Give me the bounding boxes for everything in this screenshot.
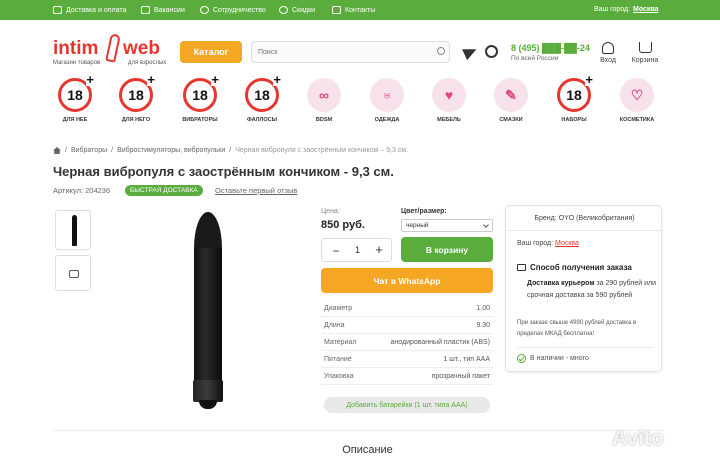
free-delivery-note: При заказе свыше 4990 рублей доставка в … (517, 320, 637, 337)
spec-row: Питание 1 шт., тип AAA (321, 351, 493, 368)
category-item[interactable]: 18ФАЛЛОСЫ (235, 74, 289, 123)
cart-button[interactable]: Корзина (625, 42, 665, 64)
category-item[interactable]: ♅ ОДЕЖДА (360, 78, 414, 123)
telegram-icon[interactable] (462, 43, 479, 61)
search-input[interactable] (251, 41, 450, 63)
breadcrumb-current: Черная вибропуля с заострённым кончиком … (235, 147, 409, 154)
avito-watermark: Avito (612, 427, 664, 450)
delivery-link[interactable]: Доставка и оплата (53, 6, 126, 14)
product-price: 850 руб. (321, 219, 365, 231)
breadcrumb-link[interactable]: Вибраторы (71, 147, 107, 154)
product-image[interactable] (189, 212, 227, 410)
truck-icon (517, 264, 526, 271)
brand-label: Бренд: OYO (Великобритания) (534, 215, 635, 222)
add-to-cart-button[interactable]: В корзину (401, 237, 493, 262)
city-selector[interactable]: Москва (633, 6, 659, 13)
photo-thumbnail[interactable] (55, 255, 91, 291)
quantity-stepper: − 1 + (321, 238, 392, 262)
handcuffs-icon: ∞ (307, 78, 341, 112)
bunny-ears-icon: ♅ (370, 78, 404, 112)
tube-icon: ✎ (494, 78, 528, 112)
mail-icon (332, 6, 341, 14)
specs-table: Диаметр 1.00 Длина 9.30 Материал анодирован… (321, 300, 493, 385)
chevron-down-icon (483, 222, 489, 228)
delivery-title: Способ получения заказа (517, 263, 632, 272)
category-item[interactable]: ♡ КОСМЕТИКА (610, 78, 664, 123)
check-icon (517, 354, 526, 363)
color-label: Цвет/размер: (401, 208, 447, 215)
category-bar: 18ДЛЯ НЕЕ 18ДЛЯ НЕГО 18ВИБРАТОРЫ 18ФАЛЛО… (53, 74, 664, 134)
product-thumbnail[interactable] (55, 210, 91, 250)
category-item[interactable]: 18ВИБРАТОРЫ (173, 74, 227, 123)
category-item[interactable]: ∞ BDSM (297, 78, 351, 123)
user-icon (602, 42, 614, 54)
contacts-link[interactable]: Контакты (332, 6, 375, 14)
color-select[interactable]: черный (401, 219, 493, 232)
increase-button[interactable]: + (373, 242, 385, 257)
percent-icon (279, 6, 288, 14)
camera-icon (69, 270, 79, 278)
category-item[interactable]: 18ДЛЯ НЕЕ (48, 74, 102, 123)
decrease-button[interactable]: − (330, 244, 342, 258)
phone-subtitle: По всей России (511, 55, 559, 62)
sidebar-city-link[interactable]: Москва (555, 240, 579, 247)
city-label: Ваш город: (594, 6, 631, 13)
spec-row: Материал анодированный пластик (ABS) (321, 334, 493, 351)
review-link[interactable]: Оставьте первый отзыв (215, 186, 297, 195)
sidebar-city: Ваш город: Москва (517, 240, 579, 247)
age-18-icon: 18 (557, 74, 593, 112)
whatsapp-icon[interactable] (485, 45, 498, 58)
cart-icon (638, 42, 652, 53)
logo-mark-icon (105, 33, 121, 63)
discounts-link[interactable]: Скидки (279, 6, 315, 14)
lipstick-icon: ♡ (620, 78, 654, 112)
category-item[interactable]: 18ДЛЯ НЕГО (109, 74, 163, 123)
quantity-value[interactable]: 1 (351, 245, 364, 255)
category-item[interactable]: 18НАБОРЫ (547, 74, 601, 123)
age-18-icon: 18 (119, 74, 155, 112)
vacancies-link[interactable]: Вакансии (141, 6, 185, 14)
delivery-panel: Бренд: OYO (Великобритания) Ваш город: М… (505, 205, 663, 372)
product-sku: Артикул: 204236 (53, 186, 111, 195)
price-label: Цена: (321, 208, 340, 215)
catalog-button[interactable]: Каталог (180, 41, 242, 63)
breadcrumb-link[interactable]: Вибростимуляторы, вибропульки (117, 147, 225, 154)
truck-icon (53, 6, 62, 14)
bed-icon: ♥ (432, 78, 466, 112)
age-18-icon: 18 (58, 74, 94, 112)
people-icon (141, 6, 150, 14)
delivery-text: Доставка курьером за 290 рублей или сроч… (527, 280, 656, 299)
cooperation-link[interactable]: Сотрудничество (200, 6, 266, 14)
globe-icon (200, 6, 209, 14)
spec-row: Диаметр 1.00 (321, 300, 493, 317)
home-icon[interactable] (53, 147, 61, 154)
product-thumbnail-image (72, 215, 77, 246)
search-icon[interactable] (437, 47, 445, 55)
category-item[interactable]: ♥ МЕБЕЛЬ (422, 78, 476, 123)
whatsapp-chat-button[interactable]: Чат в WhatsApp (321, 268, 493, 293)
fast-delivery-badge: БЫСТРАЯ ДОСТАВКА (125, 185, 203, 196)
age-18-icon: 18 (183, 74, 219, 112)
add-batteries-button[interactable]: Добавить батарейки (1 шт. типа AAA) (324, 397, 490, 413)
category-item[interactable]: ✎ СМАЗКИ (484, 78, 538, 123)
top-bar: Доставка и оплата Вакансии Сотрудничеств… (0, 0, 720, 20)
page-title: Черная вибропуля с заострённым кончиком … (53, 164, 394, 179)
site-logo[interactable]: intim web Магазин товаров для взрослых (53, 33, 173, 68)
login-button[interactable]: Вход (588, 42, 628, 64)
breadcrumb: / Вибраторы / Вибростимуляторы, вибропул… (53, 147, 408, 154)
spec-row: Длина 9.30 (321, 317, 493, 334)
age-18-icon: 18 (245, 74, 281, 112)
phone-number[interactable]: 8 (495) ███-██-24 (511, 43, 590, 53)
stock-status: В наличии - много (517, 354, 589, 363)
spec-row: Упаковка прозрачный пакет (321, 368, 493, 385)
